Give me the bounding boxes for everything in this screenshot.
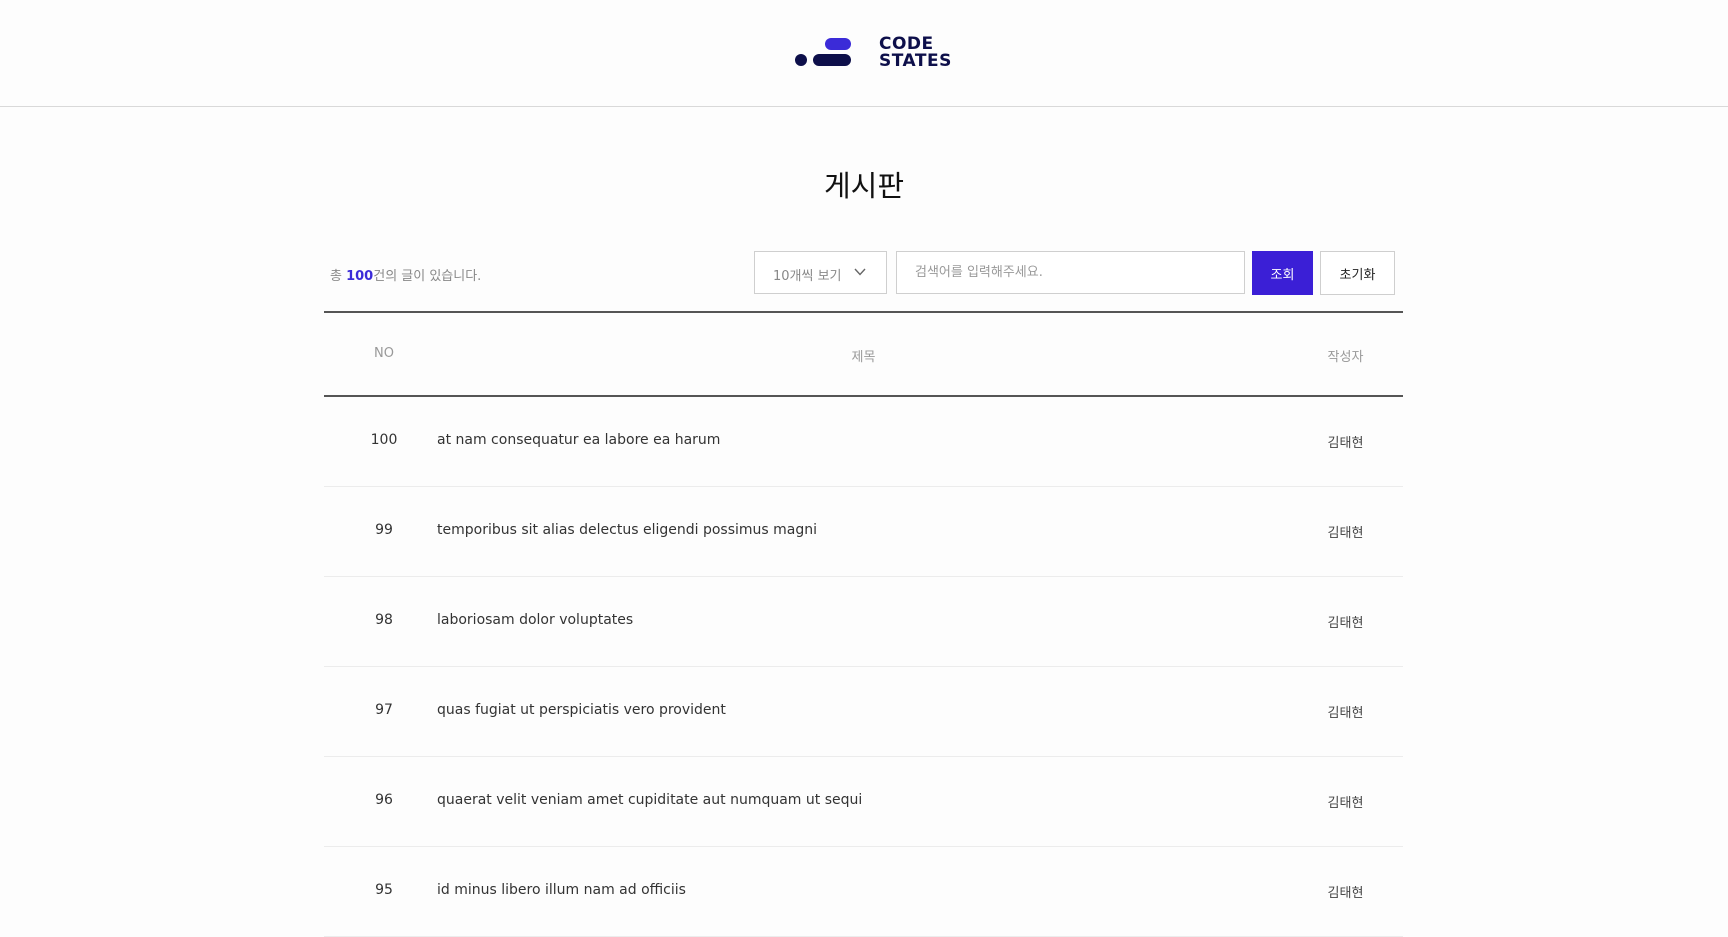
row-author: 김태현 xyxy=(1327,436,1364,451)
page-size-selected: 10개씩 보기 xyxy=(773,269,842,284)
logo-text-line2: STATES xyxy=(879,51,952,71)
total-count-text: 총 100건의 글이 있습니다. xyxy=(330,265,481,284)
row-author: 김태현 xyxy=(1327,616,1364,631)
row-no: 98 xyxy=(375,612,393,628)
row-no: 95 xyxy=(375,882,393,898)
logo-mark-icon xyxy=(795,38,851,66)
row-title-link[interactable]: at nam consequatur ea labore ea harum xyxy=(437,432,720,448)
row-title-link[interactable]: temporibus sit alias delectus eligendi p… xyxy=(437,522,817,538)
row-author: 김태현 xyxy=(1327,886,1364,901)
table-row[interactable]: 96 quaerat velit veniam amet cupiditate … xyxy=(324,757,1403,847)
header: CODE STATES xyxy=(0,0,1728,107)
row-no: 100 xyxy=(370,432,398,448)
row-author: 김태현 xyxy=(1327,796,1364,811)
page-size-select[interactable]: 10개씩 보기 xyxy=(754,251,887,294)
total-prefix: 총 xyxy=(330,269,347,284)
column-header-title: 제목 xyxy=(851,350,876,365)
row-author: 김태현 xyxy=(1327,706,1364,721)
chevron-down-icon xyxy=(854,268,866,276)
row-no: 99 xyxy=(375,522,393,538)
table-row[interactable]: 100 at nam consequatur ea labore ea haru… xyxy=(324,397,1403,487)
total-count: 100 xyxy=(346,269,374,284)
table-header: NO 제목 작성자 xyxy=(324,311,1403,397)
row-author: 김태현 xyxy=(1327,526,1364,541)
reset-button[interactable]: 초기화 xyxy=(1320,251,1395,295)
logo-text: CODE STATES xyxy=(879,36,952,70)
row-title-link[interactable]: laboriosam dolor voluptates xyxy=(437,612,633,628)
table-row[interactable]: 97 quas fugiat ut perspiciatis vero prov… xyxy=(324,667,1403,757)
table-row[interactable]: 98 laboriosam dolor voluptates 김태현 xyxy=(324,577,1403,667)
total-suffix: 건의 글이 있습니다. xyxy=(373,269,482,284)
search-button[interactable]: 조회 xyxy=(1252,251,1313,295)
codestates-logo[interactable]: CODE STATES xyxy=(795,36,951,70)
table-row[interactable]: 99 temporibus sit alias delectus eligend… xyxy=(324,487,1403,577)
row-no: 97 xyxy=(375,702,393,718)
table-row[interactable]: 95 id minus libero illum nam ad officiis… xyxy=(324,847,1403,937)
board-table: NO 제목 작성자 100 at nam consequatur ea labo… xyxy=(324,311,1403,937)
row-title-link[interactable]: quaerat velit veniam amet cupiditate aut… xyxy=(437,792,862,808)
row-title-link[interactable]: quas fugiat ut perspiciatis vero provide… xyxy=(437,702,726,718)
row-title-link[interactable]: id minus libero illum nam ad officiis xyxy=(437,882,686,898)
search-input[interactable] xyxy=(896,251,1245,294)
row-no: 96 xyxy=(375,792,393,808)
column-header-author: 작성자 xyxy=(1327,350,1364,365)
board-toolbar: 총 100건의 글이 있습니다. 10개씩 보기 조회 초기화 xyxy=(324,251,1402,296)
page-title: 게시판 xyxy=(823,169,905,203)
